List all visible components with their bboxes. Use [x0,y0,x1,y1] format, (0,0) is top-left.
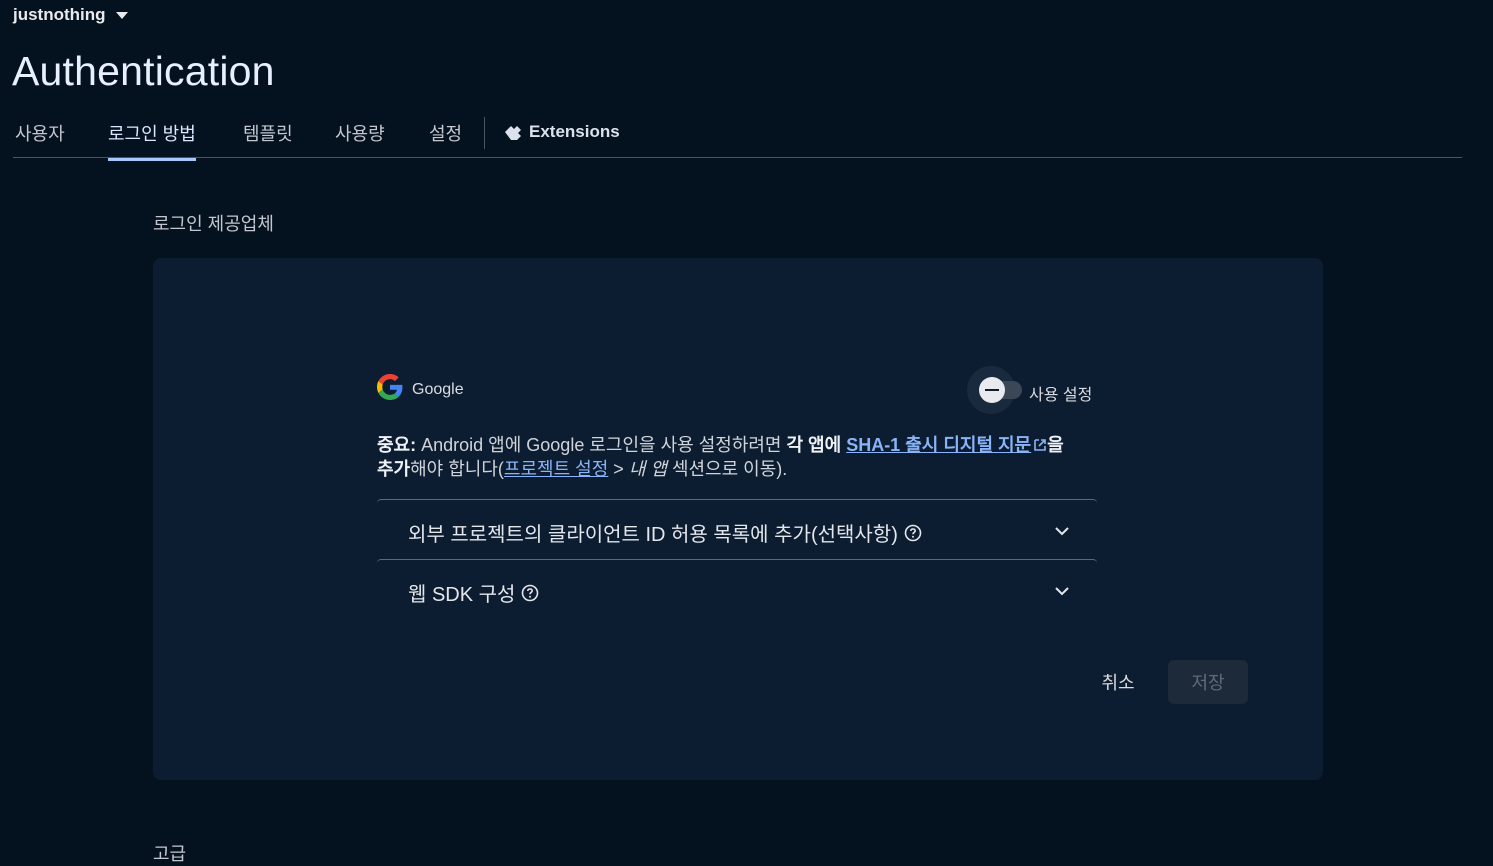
toggle-thumb [979,377,1005,403]
notice-text-3: > [608,459,629,479]
sha1-fingerprint-link[interactable]: SHA-1 출시 디지털 지문 [846,435,1047,455]
chevron-down-icon [1055,527,1069,536]
help-icon[interactable] [904,524,922,542]
extensions-icon [505,126,521,140]
notice-after-link: 을 [1047,435,1064,455]
tab-settings[interactable]: 설정 [429,120,462,158]
provider-card: Google 사용 설정 중요: Android 앱에 Google 로그인을 … [153,258,1323,780]
notice-text-4: 섹션으로 이동). [666,459,788,479]
cancel-button[interactable]: 취소 [1088,660,1148,704]
provider-name: Google [412,381,464,398]
notice-text-1: Android 앱에 Google 로그인을 사용 설정하려면 [416,435,787,455]
chevron-down-icon [1055,587,1069,596]
save-button[interactable]: 저장 [1168,660,1248,704]
sha1-link-label: SHA-1 출시 디지털 지문 [846,435,1032,455]
open-in-new-icon [1034,439,1046,451]
project-selector[interactable]: justnothing [13,5,128,25]
notice-my-apps: 내 앱 [628,459,667,479]
important-notice: 중요: Android 앱에 Google 로그인을 사용 설정하려면 각 앱에… [377,433,1097,481]
tab-usage[interactable]: 사용량 [335,120,385,158]
tab-sign-in-method[interactable]: 로그인 방법 [108,120,196,161]
google-logo-icon [377,374,403,400]
notice-bold-2: 추가 [377,459,411,479]
accordion-allowlist-title: 외부 프로젝트의 클라이언트 ID 허용 목록에 추가(선택사항) [408,524,898,546]
tab-bar: 사용자 로그인 방법 템플릿 사용량 설정 Extensions [13,110,1462,161]
tab-extensions[interactable]: Extensions [503,122,620,154]
accordion-allowlist-title-row: 외부 프로젝트의 클라이언트 ID 허용 목록에 추가(선택사항) [408,518,922,547]
provider-row: Google 사용 설정 [377,366,1097,414]
tab-extensions-label: Extensions [529,122,620,141]
toggle-label: 사용 설정 [1029,387,1093,404]
advanced-section-label: 고급 [153,844,187,864]
tab-templates[interactable]: 템플릿 [243,120,293,158]
project-settings-link[interactable]: 프로젝트 설정 [504,459,608,479]
project-name: justnothing [13,5,106,24]
section-label: 로그인 제공업체 [153,214,274,234]
accordion-allowlist[interactable]: 외부 프로젝트의 클라이언트 ID 허용 목록에 추가(선택사항) [377,499,1097,560]
accordion-web-sdk-title: 웹 SDK 구성 [408,584,516,606]
enable-toggle[interactable] [967,366,1027,414]
tab-divider [484,117,485,149]
notice-important: 중요: [377,435,417,455]
tab-users[interactable]: 사용자 [15,120,65,158]
notice-bold-1: 각 앱에 [786,435,847,455]
help-icon[interactable] [521,584,539,602]
caret-down-icon [115,11,128,19]
accordion-web-sdk-title-row: 웹 SDK 구성 [408,578,539,607]
page-title: Authentication [12,48,275,94]
accordion-web-sdk[interactable]: 웹 SDK 구성 [377,559,1097,620]
notice-text-2: 해야 합니다( [410,459,504,479]
